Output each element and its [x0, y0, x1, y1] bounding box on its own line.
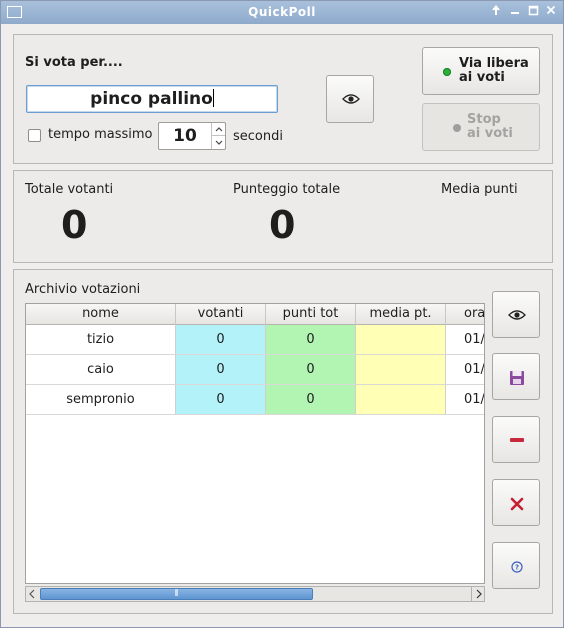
minimize-icon: [511, 12, 519, 14]
chevron-up-icon: [215, 127, 223, 132]
table-header: nome votanti punti tot media pt. ora: [26, 304, 484, 325]
svg-text:?: ?: [515, 564, 519, 572]
archive-label: Archivio votazioni: [25, 282, 141, 297]
total-voters-value: 0: [61, 203, 88, 247]
maximize-icon: [528, 5, 538, 16]
spin-down-button[interactable]: [211, 136, 225, 149]
column-header-votanti[interactable]: votanti: [176, 304, 266, 325]
cell-nome: sempronio: [26, 385, 176, 414]
eye-icon: [508, 310, 526, 320]
avg-points-label: Media punti: [441, 182, 518, 197]
cell-nome: tizio: [26, 325, 176, 354]
seconds-label: secondi: [233, 129, 283, 144]
table-row[interactable]: sempronio 0 0 01/: [26, 385, 484, 415]
scroll-thumb[interactable]: ⦀: [40, 588, 313, 600]
max-time-label: tempo massimo: [48, 127, 153, 142]
minimize-button[interactable]: [508, 4, 522, 20]
view-poll-button[interactable]: [492, 291, 540, 338]
start-voting-button[interactable]: Via libera ai voti: [422, 47, 540, 95]
remove-button[interactable]: [492, 416, 540, 463]
start-voting-line1: Via libera: [459, 56, 529, 71]
green-status-led-icon: [443, 68, 451, 76]
stop-voting-button[interactable]: Stop ai voti: [422, 103, 540, 151]
candidate-name-value: pinco pallino: [90, 89, 213, 109]
help-icon: ?: [511, 561, 523, 573]
quickpoll-window: QuickPoll Si vota per.... pinco pallino …: [0, 0, 564, 628]
preview-button[interactable]: [326, 75, 374, 123]
cell-votanti: 0: [176, 325, 266, 354]
help-button[interactable]: ?: [492, 542, 540, 589]
eye-icon: [342, 94, 360, 104]
save-button[interactable]: [492, 353, 540, 400]
chevron-right-icon: [476, 589, 482, 599]
chevron-down-icon: [215, 140, 223, 145]
cell-votanti: 0: [176, 355, 266, 384]
start-voting-line2: ai voti: [459, 70, 505, 85]
column-header-punti-tot[interactable]: punti tot: [266, 304, 356, 325]
scroll-left-button[interactable]: [26, 587, 39, 601]
close-button[interactable]: [544, 4, 558, 20]
horizontal-scrollbar[interactable]: ⦀: [25, 586, 485, 602]
chevron-left-icon: [29, 589, 35, 599]
stop-voting-line2: ai voti: [467, 126, 513, 141]
stop-voting-line1: Stop: [467, 112, 501, 127]
table-row[interactable]: caio 0 0 01/: [26, 355, 484, 385]
column-header-nome[interactable]: nome: [26, 304, 176, 325]
cell-media: [356, 385, 446, 414]
delete-x-icon: [510, 497, 524, 511]
cell-media: [356, 355, 446, 384]
title-bar: QuickPoll: [1, 1, 563, 24]
max-time-checkbox[interactable]: [28, 129, 41, 142]
spin-up-button[interactable]: [211, 123, 225, 136]
close-icon: [546, 5, 556, 15]
vote-for-label: Si vota per....: [25, 55, 123, 70]
cell-votanti: 0: [176, 385, 266, 414]
cell-ora: 01/: [446, 325, 484, 354]
text-cursor: [212, 89, 214, 107]
total-points-value: 0: [269, 203, 296, 247]
cell-punti: 0: [266, 385, 356, 414]
floppy-disk-icon: [510, 371, 524, 385]
stats-panel: Totale votanti 0 Punteggio totale 0 Medi…: [13, 170, 553, 263]
cell-punti: 0: [266, 325, 356, 354]
window-title: QuickPoll: [248, 5, 316, 19]
cell-ora: 01/: [446, 385, 484, 414]
column-header-media[interactable]: media pt.: [356, 304, 446, 325]
total-points-label: Punteggio totale: [233, 182, 341, 197]
seconds-value: 10: [173, 126, 197, 146]
candidate-name-input[interactable]: pinco pallino: [26, 85, 278, 113]
voting-panel: Si vota per.... pinco pallino tempo mass…: [13, 34, 553, 164]
column-header-ora[interactable]: ora: [446, 304, 484, 325]
table-row[interactable]: tizio 0 0 01/: [26, 325, 484, 355]
maximize-button[interactable]: [526, 4, 540, 20]
minus-icon: [510, 438, 524, 442]
grey-status-led-icon: [453, 124, 461, 132]
cell-media: [356, 325, 446, 354]
cell-ora: 01/: [446, 355, 484, 384]
arrow-up-icon: [492, 5, 500, 15]
cell-nome: caio: [26, 355, 176, 384]
scroll-right-button[interactable]: [471, 587, 484, 601]
delete-button[interactable]: [492, 479, 540, 526]
cell-punti: 0: [266, 355, 356, 384]
seconds-spinbox[interactable]: 10: [158, 122, 226, 150]
total-voters-label: Totale votanti: [25, 182, 114, 197]
keep-above-button[interactable]: [489, 4, 503, 20]
archive-table: nome votanti punti tot media pt. ora tiz…: [25, 303, 485, 584]
